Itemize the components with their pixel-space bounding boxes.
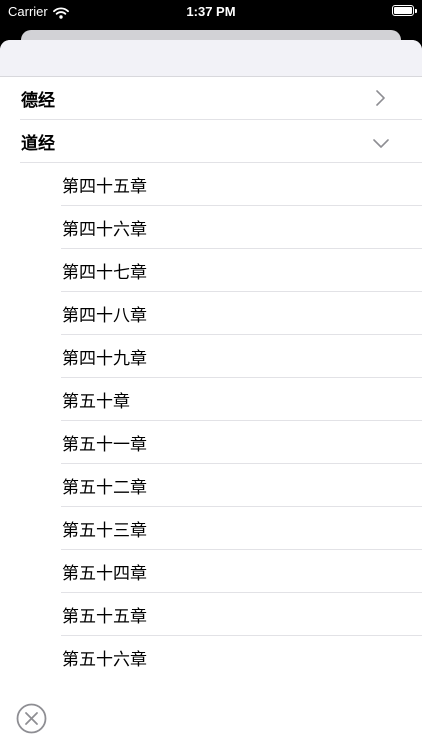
chapter-row[interactable]: 第五十五章 xyxy=(0,593,422,636)
battery-icon xyxy=(392,5,417,16)
chapter-label: 第四十九章 xyxy=(62,349,147,369)
chapter-row[interactable]: 第四十七章 xyxy=(0,249,422,292)
chapter-row[interactable]: 第五十二章 xyxy=(0,464,422,507)
chapter-row[interactable]: 第四十五章 xyxy=(0,163,422,206)
chapter-label: 第五十四章 xyxy=(62,564,147,584)
chapter-label: 第四十五章 xyxy=(62,177,147,197)
chapter-list: 德经 道经 第四十五章 第四十六章 第四十七章 第四十八章 第四十九章 第五十章… xyxy=(0,77,422,679)
modal-sheet: 德经 道经 第四十五章 第四十六章 第四十七章 第四十八章 第四十九章 第五十章… xyxy=(0,40,422,750)
chapter-row[interactable]: 第五十一章 xyxy=(0,421,422,464)
section-row-daojing[interactable]: 道经 xyxy=(0,120,422,163)
chapter-label: 第五十五章 xyxy=(62,607,147,627)
chapter-label: 第五十章 xyxy=(62,392,130,412)
chapter-label: 第四十七章 xyxy=(62,263,147,283)
chapter-row[interactable]: 第五十三章 xyxy=(0,507,422,550)
close-circle-icon[interactable] xyxy=(16,703,47,734)
section-label: 道经 xyxy=(21,134,55,154)
sheet-header xyxy=(0,40,422,77)
chapter-label: 第五十三章 xyxy=(62,521,147,541)
chapter-label: 第四十六章 xyxy=(62,220,147,240)
section-row-dejing[interactable]: 德经 xyxy=(0,77,422,120)
section-label: 德经 xyxy=(21,91,55,111)
chapter-row[interactable]: 第四十八章 xyxy=(0,292,422,335)
status-time: 1:37 PM xyxy=(186,4,236,19)
chevron-right-icon xyxy=(374,89,386,111)
chapter-row[interactable]: 第五十四章 xyxy=(0,550,422,593)
chapter-label: 第五十一章 xyxy=(62,435,147,455)
chapter-row[interactable]: 第四十六章 xyxy=(0,206,422,249)
chapter-label: 第五十六章 xyxy=(62,650,147,670)
chapter-label: 第四十八章 xyxy=(62,306,147,326)
chapter-row[interactable]: 第五十章 xyxy=(0,378,422,421)
chapter-label: 第五十二章 xyxy=(62,478,147,498)
chevron-down-icon xyxy=(372,134,390,153)
chapter-row[interactable]: 第四十九章 xyxy=(0,335,422,378)
chapter-row[interactable]: 第五十六章 xyxy=(0,636,422,679)
status-bar: Carrier 1:37 PM xyxy=(0,0,422,24)
